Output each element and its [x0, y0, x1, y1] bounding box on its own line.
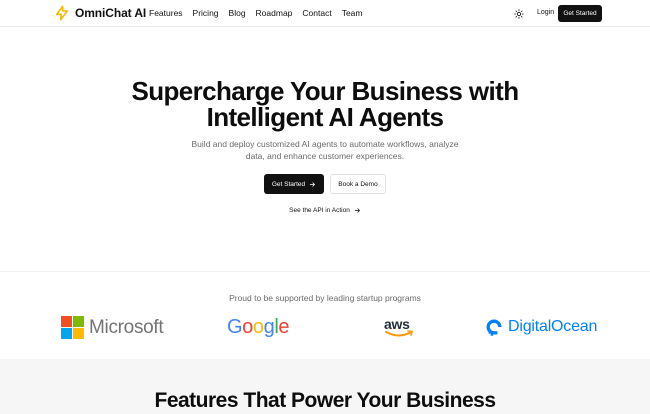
hero-subtitle-line2: data, and enhance customer experiences. — [245, 150, 405, 161]
nav-team[interactable]: Team — [342, 8, 363, 18]
brand-logo[interactable]: OmniChat AI — [54, 5, 146, 21]
digitalocean-icon — [486, 319, 502, 336]
google-logo: Google — [227, 316, 290, 339]
arrow-right-icon — [309, 181, 316, 187]
microsoft-name: Microsoft — [89, 316, 164, 338]
hero-title-line2: Intelligent AI Agents — [206, 102, 444, 132]
header-get-started-button[interactable]: Get Started — [558, 5, 602, 22]
aws-logo: aws — [384, 316, 416, 340]
hero-title: Supercharge Your Business with Intellige… — [0, 78, 650, 130]
google-name: Google — [227, 316, 290, 338]
api-link-label[interactable]: See the API in Action — [289, 207, 350, 214]
sun-icon — [513, 8, 524, 19]
lightning-bolt-icon — [55, 5, 69, 21]
book-demo-button[interactable]: Book a Demo — [330, 174, 386, 194]
arrow-right-icon — [354, 208, 360, 213]
theme-toggle-button[interactable] — [512, 7, 525, 20]
api-link[interactable]: See the API in Action — [0, 207, 650, 214]
nav-features[interactable]: Features — [149, 8, 183, 18]
login-link[interactable]: Login — [537, 9, 554, 16]
features-title: Features That Power Your Business — [154, 389, 497, 412]
hero-get-started-label: Get Started — [271, 180, 306, 188]
hero-get-started-button[interactable]: Get Started — [264, 174, 324, 194]
digitalocean-logo: DigitalOcean — [484, 317, 597, 337]
brand-name: OmniChat AI — [75, 6, 147, 20]
digitalocean-name: DigitalOcean — [508, 318, 598, 335]
hero-subtitle: Build and deploy customized AI agents to… — [190, 139, 460, 162]
features-section: Features That Power Your Business — [0, 359, 650, 414]
nav-blog[interactable]: Blog — [229, 8, 246, 18]
microsoft-logo: Microsoft — [61, 316, 164, 339]
hero-subtitle-line1: Build and deploy customized AI agents to… — [191, 139, 459, 149]
nav-pricing[interactable]: Pricing — [193, 8, 219, 18]
site-header: OmniChat AI Features Pricing Blog Roadma… — [0, 0, 650, 27]
hero-actions: Get Started Book a Demo — [0, 174, 650, 194]
partners-title: Proud to be supported by leading startup… — [229, 293, 421, 303]
aws-smile-icon — [385, 330, 414, 337]
nav-roadmap[interactable]: Roadmap — [256, 8, 293, 18]
main-nav: Features Pricing Blog Roadmap Contact Te… — [149, 8, 363, 18]
microsoft-windows-icon — [61, 316, 84, 339]
hero-title-line1: Supercharge Your Business with — [131, 76, 519, 106]
nav-contact[interactable]: Contact — [302, 8, 331, 18]
partners-section: Proud to be supported by leading startup… — [0, 271, 650, 359]
